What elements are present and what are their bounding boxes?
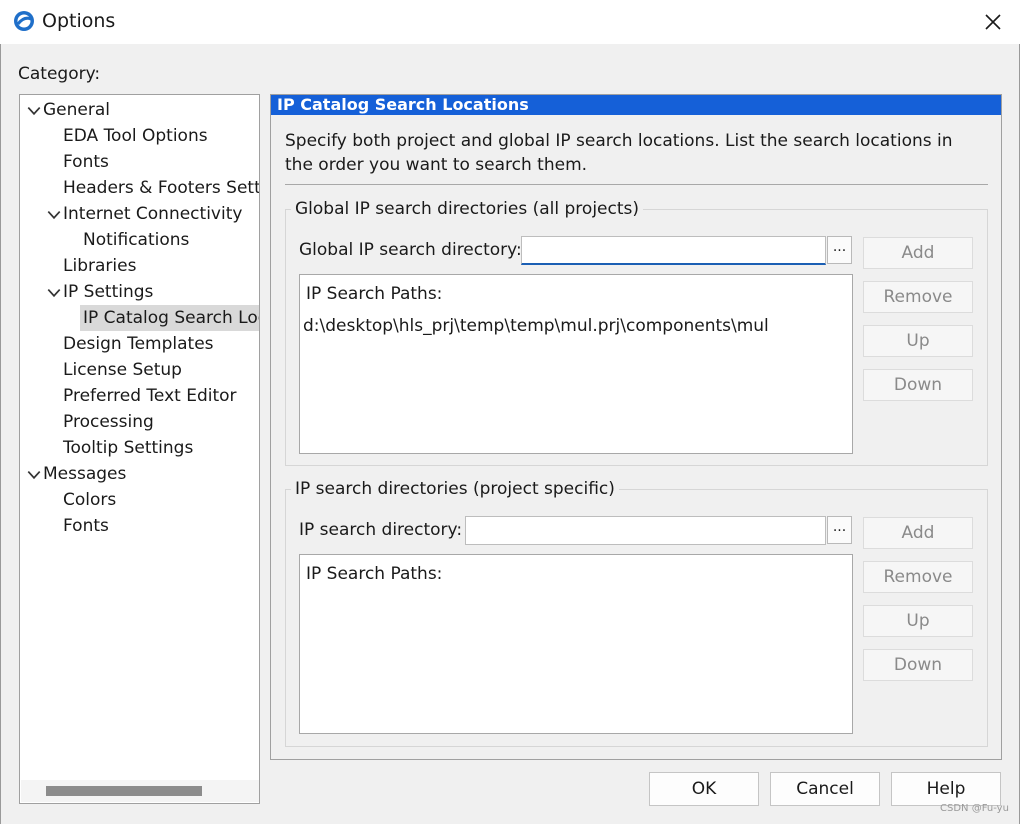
tree-item-label: Fonts bbox=[63, 152, 109, 172]
tree-item-label: Fonts bbox=[63, 516, 109, 536]
close-icon bbox=[985, 14, 1001, 30]
project-ip-search-paths-list[interactable]: IP Search Paths: bbox=[299, 554, 853, 734]
project-ip-directory-input[interactable] bbox=[465, 516, 826, 545]
close-button[interactable] bbox=[976, 5, 1010, 39]
tree-item-internet-connectivity[interactable]: Internet Connectivity bbox=[63, 201, 242, 227]
project-down-button[interactable]: Down bbox=[863, 649, 973, 681]
ok-button[interactable]: OK bbox=[649, 772, 759, 806]
global-remove-button[interactable]: Remove bbox=[863, 281, 973, 313]
tree-item-label: Messages bbox=[43, 464, 127, 484]
tree-item-label: Notifications bbox=[83, 230, 190, 250]
chevron-down-icon[interactable] bbox=[46, 207, 62, 223]
app-logo-icon bbox=[13, 10, 35, 32]
window-title: Options bbox=[42, 10, 116, 32]
panel-header: IP Catalog Search Locations bbox=[271, 95, 1001, 115]
tree-item-label: General bbox=[43, 100, 110, 120]
tree-item-ip-settings[interactable]: IP Settings bbox=[63, 279, 153, 305]
divider bbox=[285, 184, 988, 185]
tree-item-eda-tool-options[interactable]: EDA Tool Options bbox=[63, 123, 208, 149]
global-ip-group-title: Global IP search directories (all projec… bbox=[291, 199, 644, 219]
global-down-button[interactable]: Down bbox=[863, 369, 973, 401]
tree-item-headers-footers-settings[interactable]: Headers & Footers Settings bbox=[63, 175, 260, 201]
tree-item-label: Colors bbox=[63, 490, 117, 510]
help-button[interactable]: Help bbox=[891, 772, 1001, 806]
tree-item-label: Design Templates bbox=[63, 334, 214, 354]
project-remove-button[interactable]: Remove bbox=[863, 561, 973, 593]
project-up-button[interactable]: Up bbox=[863, 605, 973, 637]
category-label: Category: bbox=[18, 64, 101, 84]
scrollbar-thumb[interactable] bbox=[46, 786, 202, 796]
tree-item-label: EDA Tool Options bbox=[63, 126, 208, 146]
category-tree[interactable]: General EDA Tool Options Fonts Headers & Fo… bbox=[19, 94, 260, 804]
tree-item-colors[interactable]: Colors bbox=[63, 487, 116, 513]
tree-item-messages[interactable]: Messages bbox=[43, 461, 126, 487]
tree-item-label: Preferred Text Editor bbox=[63, 386, 237, 406]
tree-item-general[interactable]: General bbox=[43, 97, 110, 123]
tree-item-notifications[interactable]: Notifications bbox=[83, 227, 189, 253]
list-header: IP Search Paths: bbox=[306, 284, 443, 304]
panel-description: Specify both project and global IP searc… bbox=[285, 131, 953, 175]
tree-item-processing[interactable]: Processing bbox=[63, 409, 154, 435]
watermark: CSDN @Fu-yu bbox=[940, 803, 1009, 814]
project-ip-directory-label: IP search directory: bbox=[299, 520, 463, 540]
window-border-left bbox=[0, 44, 1, 824]
tree-item-fonts[interactable]: Fonts bbox=[63, 513, 109, 539]
chevron-down-icon[interactable] bbox=[46, 285, 62, 301]
global-up-button[interactable]: Up bbox=[863, 325, 973, 357]
chevron-down-icon[interactable] bbox=[26, 103, 42, 119]
cancel-button[interactable]: Cancel bbox=[770, 772, 880, 806]
tree-item-label: IP Catalog Search Locations bbox=[83, 308, 259, 328]
title-bar bbox=[0, 0, 1020, 44]
chevron-down-icon[interactable] bbox=[26, 467, 42, 483]
tree-item-label: Headers & Footers Settings bbox=[63, 178, 260, 198]
tree-item-label: Processing bbox=[63, 412, 154, 432]
tree-item-tooltip-settings[interactable]: Tooltip Settings bbox=[63, 435, 193, 461]
tree-item-design-templates[interactable]: Design Templates bbox=[63, 331, 214, 357]
tree-item-label: Libraries bbox=[63, 256, 137, 276]
global-browse-button[interactable]: ... bbox=[827, 236, 852, 264]
global-ip-directory-label: Global IP search directory: bbox=[299, 240, 522, 260]
global-add-button[interactable]: Add bbox=[863, 237, 973, 269]
tree-item-label: IP Settings bbox=[63, 282, 154, 302]
project-ip-group-title: IP search directories (project specific) bbox=[291, 479, 619, 499]
tree-item-label: Internet Connectivity bbox=[63, 204, 243, 224]
tree-item-label: Tooltip Settings bbox=[63, 438, 194, 458]
list-item[interactable]: d:\desktop\hls_prj\temp\temp\mul.prj\com… bbox=[303, 316, 769, 336]
project-browse-button[interactable]: ... bbox=[827, 516, 852, 544]
list-header: IP Search Paths: bbox=[306, 564, 443, 584]
tree-item-fonts[interactable]: Fonts bbox=[63, 149, 109, 175]
global-ip-search-paths-list[interactable]: IP Search Paths: d:\desktop\hls_prj\temp… bbox=[299, 274, 853, 454]
tree-item-license-setup[interactable]: License Setup bbox=[63, 357, 182, 383]
tree-item-label: License Setup bbox=[63, 360, 182, 380]
tree-item-ip-catalog-search-locations[interactable]: IP Catalog Search Locations bbox=[80, 305, 259, 331]
global-ip-directory-input[interactable] bbox=[521, 236, 826, 265]
tree-item-preferred-text-editor[interactable]: Preferred Text Editor bbox=[63, 383, 237, 409]
tree-item-libraries[interactable]: Libraries bbox=[63, 253, 136, 279]
project-add-button[interactable]: Add bbox=[863, 517, 973, 549]
